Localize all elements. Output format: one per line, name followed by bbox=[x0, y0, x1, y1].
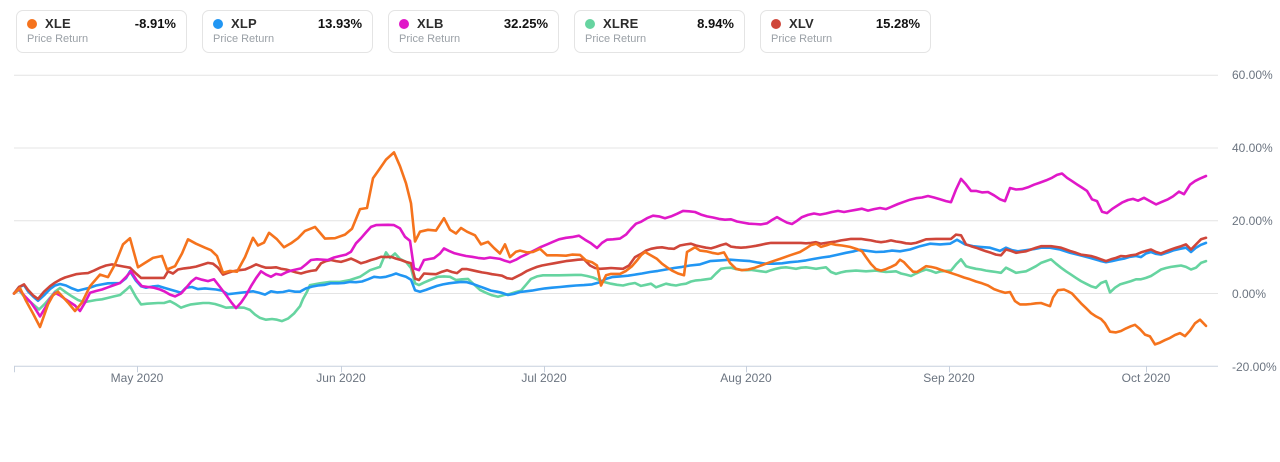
x-axis-label-sep: Sep 2020 bbox=[923, 371, 975, 385]
xlp-return-type: Price Return bbox=[213, 33, 275, 45]
xlre-return-value: 8.94% bbox=[697, 16, 734, 31]
xlp-ticker-label: XLP bbox=[231, 16, 257, 31]
xlb-return-value: 32.25% bbox=[503, 16, 548, 31]
xlb-return-type: Price Return bbox=[399, 33, 461, 45]
y-axis-label-40: 40.00% bbox=[1232, 141, 1273, 155]
x-axis-label-aug: Aug 2020 bbox=[720, 371, 772, 385]
legend-card-xlre[interactable]: XLRE 8.94% Price Return bbox=[574, 10, 745, 53]
xle-color-dot-icon bbox=[27, 18, 37, 29]
x-axis-label-jun: Jun 2020 bbox=[316, 371, 366, 385]
price-return-chart[interactable]: 60.00% 40.00% 20.00% 0.00% -20.00% May 2… bbox=[0, 0, 1280, 462]
xlb-ticker-label: XLB bbox=[417, 16, 444, 31]
xle-return-value: -8.91% bbox=[134, 16, 176, 31]
xlv-return-value: 15.28% bbox=[875, 16, 920, 31]
xlp-color-dot-icon bbox=[213, 18, 223, 29]
etf-performance-page: 60.00% 40.00% 20.00% 0.00% -20.00% May 2… bbox=[0, 0, 1280, 462]
y-axis-label-60: 60.00% bbox=[1232, 68, 1273, 82]
legend-card-xlb[interactable]: XLB 32.25% Price Return bbox=[388, 10, 559, 53]
legend-card-xlv[interactable]: XLV 15.28% Price Return bbox=[760, 10, 931, 53]
xlre-ticker-label: XLRE bbox=[603, 16, 639, 31]
y-axis-label-neg20: -20.00% bbox=[1232, 360, 1277, 374]
xlp-return-value: 13.93% bbox=[317, 16, 362, 31]
xle-return-type: Price Return bbox=[27, 33, 89, 45]
series-line-xlb bbox=[12, 172, 1208, 318]
xle-ticker-label: XLE bbox=[45, 16, 71, 31]
series-line-xlv bbox=[12, 233, 1208, 301]
x-axis-label-oct: Oct 2020 bbox=[1121, 371, 1171, 385]
series-line-xle bbox=[12, 151, 1208, 346]
xlv-ticker-label: XLV bbox=[789, 16, 814, 31]
x-axis-label-jul: Jul 2020 bbox=[521, 371, 567, 385]
xlb-color-dot-icon bbox=[399, 18, 409, 29]
legend-card-xle[interactable]: XLE -8.91% Price Return bbox=[16, 10, 187, 53]
x-axis-label-may: May 2020 bbox=[110, 371, 164, 385]
chart-canvas[interactable] bbox=[0, 0, 1280, 462]
xlv-color-dot-icon bbox=[771, 18, 781, 29]
xlre-color-dot-icon bbox=[585, 18, 595, 29]
legend-card-xlp[interactable]: XLP 13.93% Price Return bbox=[202, 10, 373, 53]
y-axis-label-20: 20.00% bbox=[1232, 214, 1273, 228]
xlv-return-type: Price Return bbox=[771, 33, 833, 45]
y-axis-label-0: 0.00% bbox=[1232, 287, 1267, 301]
legend-row: XLE -8.91% Price Return XLP 13.93% Price… bbox=[16, 10, 931, 53]
xlre-return-type: Price Return bbox=[585, 33, 647, 45]
